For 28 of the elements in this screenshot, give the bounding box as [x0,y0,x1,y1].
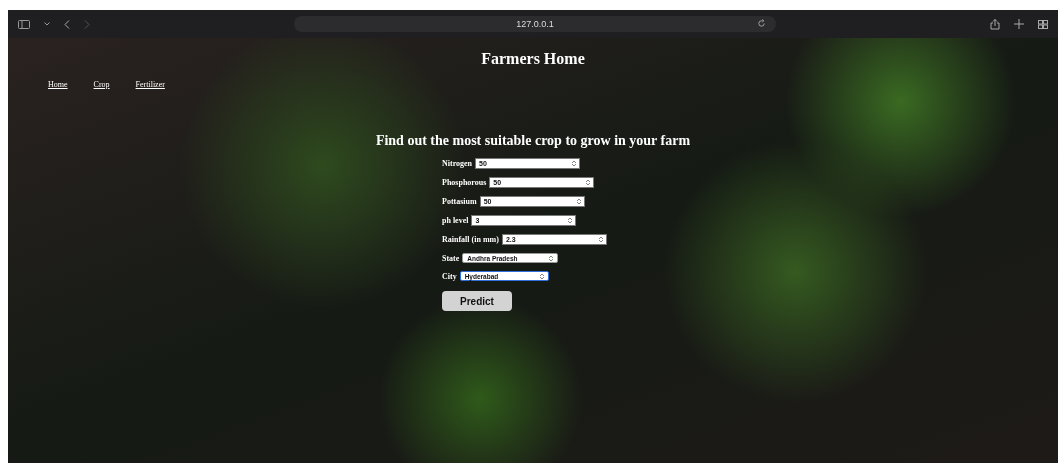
field-label: State [442,253,460,263]
page-title: Farmers Home [480,50,586,68]
spinner-icon[interactable] [568,217,573,224]
back-icon[interactable] [64,19,70,29]
spinner-icon[interactable] [549,254,554,262]
spinner-icon[interactable] [539,272,544,280]
field-label: City [442,271,457,281]
spinner-icon[interactable] [586,179,591,186]
field-label: Nitrogen [442,159,473,168]
field-label: Phosphorous [442,178,487,187]
field-label: Pottasium [442,197,477,206]
spinner-icon[interactable] [572,160,577,167]
predict-button[interactable]: Predict [442,291,512,311]
form-heading: Find out the most suitable crop to grow in your farm [374,133,692,149]
plus-icon[interactable] [1014,19,1024,29]
reload-icon[interactable] [757,19,766,28]
address-bar[interactable]: 127.0.0.1 [294,16,776,32]
spinner-icon[interactable] [598,236,603,243]
sidebar-icon[interactable] [18,19,30,29]
nav-link[interactable]: Home [48,80,68,89]
chevron-down-icon[interactable] [44,22,50,26]
field-label: ph level [442,216,469,225]
grid-icon[interactable] [1038,19,1048,29]
nav-link[interactable]: Crop [93,80,110,89]
nav-link[interactable]: Fertilizer [135,80,165,89]
field-label: Rainfall (in mm) [442,235,499,244]
share-icon[interactable] [990,18,1000,30]
spinner-icon[interactable] [576,198,581,205]
